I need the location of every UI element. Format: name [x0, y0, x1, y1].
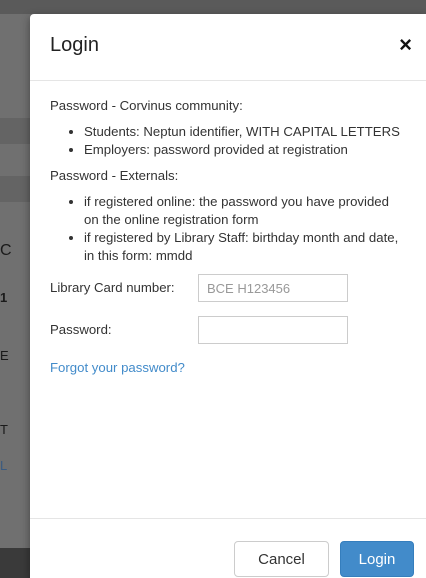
- list-item: Students: Neptun identifier, WITH CAPITA…: [84, 123, 406, 141]
- login-button[interactable]: Login: [340, 541, 414, 577]
- background-text: 1: [0, 290, 8, 305]
- background-link: L: [0, 458, 8, 473]
- cancel-button[interactable]: Cancel: [234, 541, 329, 577]
- card-number-row: Library Card number:: [50, 273, 406, 303]
- password-row: Password:: [50, 315, 406, 345]
- background-footer: [0, 548, 30, 578]
- background-bar: [0, 176, 30, 202]
- login-modal: Login × Password - Corvinus community: S…: [30, 14, 426, 578]
- corvinus-heading: Password - Corvinus community:: [50, 98, 243, 113]
- modal-footer: Cancel Login: [30, 518, 426, 577]
- background-header: [0, 0, 426, 14]
- background-bar: [0, 118, 30, 144]
- list-item: if registered by Library Staff: birthday…: [84, 229, 406, 265]
- forgot-password-link[interactable]: Forgot your password?: [50, 359, 406, 377]
- externals-heading: Password - Externals:: [50, 168, 179, 183]
- background-text: C: [0, 242, 12, 259]
- card-number-label: Library Card number:: [50, 280, 175, 295]
- corvinus-list: Students: Neptun identifier, WITH CAPITA…: [50, 123, 406, 159]
- card-number-input[interactable]: [198, 274, 348, 302]
- externals-list: if registered online: the password you h…: [50, 193, 406, 265]
- background-text: E: [0, 348, 9, 363]
- list-item: if registered online: the password you h…: [84, 193, 406, 229]
- password-label: Password:: [50, 322, 112, 337]
- background-text: T: [0, 422, 8, 437]
- close-icon[interactable]: ×: [399, 34, 412, 56]
- modal-title: Login: [50, 34, 99, 56]
- modal-header: Login ×: [30, 14, 426, 81]
- list-item: Employers: password provided at registra…: [84, 141, 406, 159]
- modal-body: Password - Corvinus community: Students:…: [30, 81, 426, 377]
- password-input[interactable]: [198, 316, 348, 344]
